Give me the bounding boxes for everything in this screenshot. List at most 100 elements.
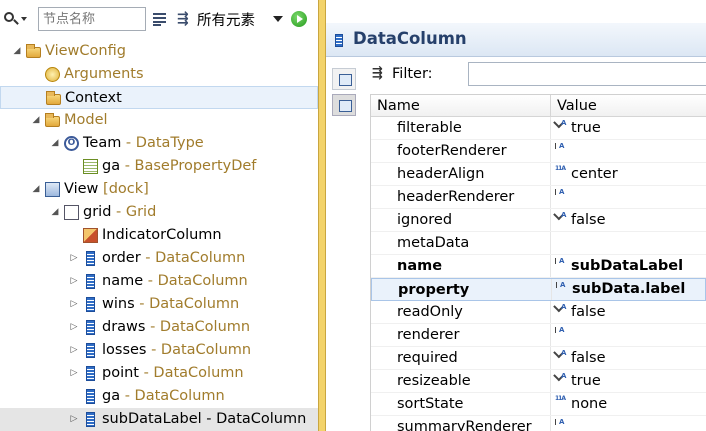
tree-node[interactable]: ◢ View [dock] [0,178,318,201]
properties-tab-button[interactable] [332,68,356,90]
property-row[interactable]: sortState none [371,393,706,416]
folder-open-icon [46,91,61,105]
events-tab-button[interactable] [332,94,356,116]
tree-node[interactable]: ◢ ViewConfig [0,40,318,63]
boolean-type-icon [555,210,569,222]
node-search-input[interactable] [38,7,146,31]
expand-arrow-icon[interactable]: ▷ [69,270,79,293]
property-row[interactable]: headerAlign center [371,163,706,186]
property-name: ignored [371,209,551,231]
property-row[interactable]: footerRenderer [371,140,706,163]
property-value[interactable] [551,416,571,431]
tree-node[interactable]: ▷ wins - DataColumn [0,293,318,316]
node-name: IndicatorColumn [102,227,222,243]
property-value[interactable]: none [551,393,607,415]
property-value[interactable]: subData.label [552,279,685,300]
property-row[interactable]: filterable true [371,117,706,140]
tree-node[interactable]: IndicatorColumn [0,224,318,247]
tree-node-label: order - DataColumn [102,247,245,270]
node-name: subDataLabel [102,411,202,427]
collapse-arrow-icon[interactable]: ◢ [31,109,41,132]
tree-node[interactable]: Arguments [0,63,318,86]
expand-arrow-icon[interactable]: ▷ [69,362,79,385]
chevron-down-icon[interactable] [273,16,283,22]
property-row[interactable]: renderer [371,324,706,347]
property-table: Name Value filterabletruefooterRendererh… [370,94,706,431]
expand-arrow-icon[interactable]: ▷ [69,339,79,362]
string-type-icon [555,256,569,268]
node-type: [dock] [98,181,149,197]
property-value[interactable]: false [551,347,606,369]
filter-input[interactable] [468,62,706,86]
tree-node[interactable]: ▷ name - DataColumn [0,270,318,293]
collapse-arrow-icon[interactable]: ◢ [12,40,22,63]
property-value[interactable] [551,140,571,162]
tree-node-label: View [dock] [64,178,149,201]
filter-elements-icon[interactable]: ⇶ [177,10,193,28]
collapse-arrow-icon[interactable]: ◢ [50,201,60,224]
property-row[interactable]: required false [371,347,706,370]
property-name: filterable [371,117,551,139]
expand-arrow-icon[interactable]: ▷ [69,408,79,431]
tree-node[interactable]: ▷ point - DataColumn [0,362,318,385]
grid-icon [64,205,79,220]
element-filter-label[interactable]: 所有元素 [197,9,255,30]
property-row[interactable]: property subData.label [371,278,706,301]
property-value[interactable]: false [551,301,606,323]
column-header-name[interactable]: Name [371,95,551,116]
tree-node[interactable]: ▷ losses - DataColumn [0,339,318,362]
property-def-icon [83,159,98,174]
property-row[interactable]: metaData [371,232,706,255]
datacolumn-icon [86,412,95,427]
property-value[interactable]: false [551,209,606,231]
property-row[interactable]: readOnly false [371,301,706,324]
property-value-text: none [571,395,608,412]
collapse-arrow-icon[interactable]: ◢ [50,132,60,155]
panel-splitter[interactable] [318,0,326,431]
property-table-header: Name Value [371,95,706,117]
tree-node[interactable]: ga - DataColumn [0,385,318,408]
tree-node-label: Model [64,109,108,132]
tree-node[interactable]: ▷ order - DataColumn [0,247,318,270]
node-type: - BasePropertyDef [120,158,257,174]
property-name: resizeable [371,370,551,392]
filter-row: ⇶ Filter: [370,60,706,90]
tree-node[interactable]: ▷ draws - DataColumn [0,316,318,339]
tree-node[interactable]: ◢ grid - Grid [0,201,318,224]
column-header-value[interactable]: Value [551,95,597,116]
datacolumn-icon [86,251,95,266]
editor-title: DataColumn [353,29,467,48]
tree-node[interactable]: ◢ Model [0,109,318,132]
tree-node[interactable]: Context [0,86,318,109]
property-value[interactable] [551,324,571,346]
expand-arrow-icon[interactable]: ▷ [69,316,79,339]
property-value-text: true [571,372,601,389]
tree-node[interactable]: ga - BasePropertyDef [0,155,318,178]
property-value[interactable]: subDataLabel [551,255,683,277]
property-row[interactable]: summaryRenderer [371,416,706,431]
collapse-arrow-icon[interactable]: ◢ [31,178,41,201]
property-row[interactable]: headerRenderer [371,186,706,209]
list-view-icon[interactable] [153,12,167,26]
property-row[interactable]: ignored false [371,209,706,232]
property-name: metaData [371,232,551,254]
node-name: wins [102,296,135,312]
node-type: - DataColumn [138,365,244,381]
property-value[interactable] [551,232,555,254]
node-name: losses [102,342,147,358]
run-icon[interactable] [291,11,307,27]
expand-arrow-icon[interactable]: ▷ [69,293,79,316]
property-row[interactable]: resizeable true [371,370,706,393]
datacolumn-icon [86,297,95,312]
node-name: name [102,273,144,289]
search-icon[interactable] [2,7,28,31]
property-value[interactable]: true [551,117,601,139]
expand-arrow-icon[interactable]: ▷ [69,247,79,270]
node-name: Team [83,135,122,151]
tree-node[interactable]: ▷ subDataLabel - DataColumn [0,408,318,431]
tree-node[interactable]: ◢ O Team - DataType [0,132,318,155]
property-row[interactable]: name subDataLabel [371,255,706,278]
property-value[interactable] [551,186,571,208]
property-value[interactable]: center [551,163,618,185]
property-value[interactable]: true [551,370,601,392]
